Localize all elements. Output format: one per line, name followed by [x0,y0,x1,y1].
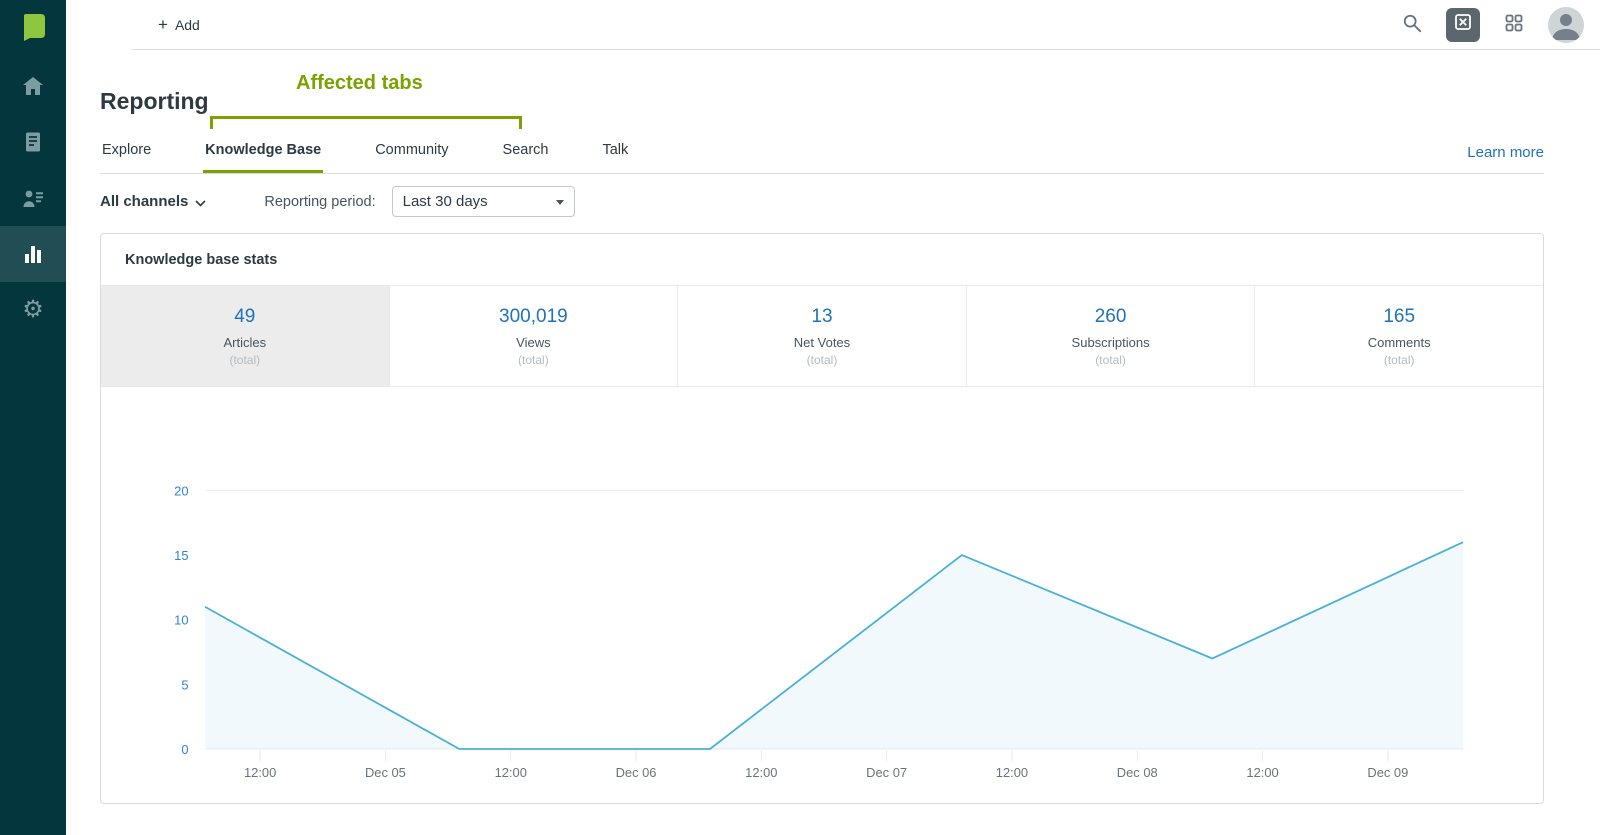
guide-book-icon [21,130,45,154]
stat-value: 49 [234,306,256,327]
stat-value: 165 [1383,306,1416,327]
plus-icon: + [158,15,168,34]
svg-text:0: 0 [181,742,188,757]
search-icon [1402,13,1422,36]
stat-label: Subscriptions [1071,335,1150,350]
stat-label: Net Votes [793,335,851,350]
stat-label: Views [516,335,551,350]
sidebar-item-customers[interactable] [0,170,66,226]
stat-value: 13 [811,306,833,327]
sidebar-item-home[interactable] [0,58,66,114]
svg-text:5: 5 [181,677,188,692]
stat-value: 300,019 [499,306,568,327]
sidebar-item-reporting[interactable] [0,226,66,282]
knowledge-base-stats-card: Knowledge base stats 49 Articles (total) 30… [100,233,1544,804]
tab-list: Explore Knowledge Base Community Search Talk [100,136,680,173]
stat-subscriptions[interactable]: 260 Subscriptions (total) [967,286,1256,386]
topbar: + Add [132,0,1600,50]
stats-row: 49 Articles (total) 300,019 Views (total) 13 Ne… [101,286,1543,387]
add-button[interactable]: + Add [152,12,206,37]
sidebar-item-settings[interactable]: ⚙ [0,282,66,338]
svg-text:20: 20 [174,483,188,498]
stat-value: 260 [1094,306,1127,327]
svg-text:Dec 09: Dec 09 [1367,765,1408,780]
stat-label: Comments [1367,335,1431,350]
reporting-period-value: Last 30 days [402,193,488,210]
grid-icon [1504,13,1524,36]
add-button-label: Add [174,16,200,33]
sidebar-nav: ⚙ [0,58,66,338]
stat-sub: (total) [1383,353,1415,367]
svg-text:Dec 07: Dec 07 [866,765,907,780]
stat-sub: (total) [1095,353,1126,367]
settings-gear-icon: ⚙ [22,296,44,323]
tab-search[interactable]: Search [501,136,551,173]
channels-label: All channels [100,193,189,210]
tab-explore[interactable]: Explore [100,136,153,173]
svg-text:12:00: 12:00 [996,765,1028,780]
tab-knowledge-base[interactable]: Knowledge Base [203,136,324,173]
svg-text:10: 10 [174,613,188,628]
zendesk-logo-icon[interactable] [16,10,50,44]
search-button[interactable] [1402,13,1422,36]
stat-sub: (total) [806,353,838,367]
svg-text:Dec 08: Dec 08 [1117,765,1158,780]
sample-app-button[interactable] [1446,7,1480,42]
page-title: Reporting [100,88,209,114]
svg-text:Dec 05: Dec 05 [365,765,406,780]
sidebar-item-guide[interactable] [0,114,66,170]
svg-text:12:00: 12:00 [1246,765,1278,780]
svg-text:12:00: 12:00 [244,765,276,780]
apps-grid-button[interactable] [1504,13,1524,36]
tab-community[interactable]: Community [373,136,450,173]
reporting-period-label: Reporting period: [264,193,376,210]
svg-text:15: 15 [174,548,188,563]
annotation-affected-tabs: Affected tabs [296,72,423,94]
stat-views[interactable]: 300,019 Views (total) [390,286,679,386]
channels-dropdown[interactable]: All channels [100,192,206,211]
card-title: Knowledge base stats [101,234,1543,286]
sidebar: ⚙ [0,0,66,835]
svg-text:12:00: 12:00 [495,765,527,780]
learn-more-link[interactable]: Learn more [1467,144,1544,173]
app-box-x-icon [1453,12,1473,37]
svg-text:12:00: 12:00 [745,765,777,780]
tab-bar: Explore Knowledge Base Community Search Talk… [100,136,1544,174]
filters-row: All channels Reporting period: Last 30 d… [100,186,1544,217]
articles-line-chart: 0 5 10 15 20 12:00 Dec 05 12:00 Dec 06 12:00 Dec 0… [101,387,1543,803]
customers-icon [21,186,45,210]
line-chart-svg: 0 5 10 15 20 12:00 Dec 05 12:00 Dec 06 12:00 Dec 0… [174,483,1464,780]
stat-comments[interactable]: 165 Comments (total) [1255,286,1543,386]
page-header: Reporting Affected tabs [100,72,1544,136]
avatar[interactable] [1548,6,1584,43]
tab-talk[interactable]: Talk [600,136,630,173]
stat-sub: (total) [518,353,549,367]
select-caret-icon [555,200,564,205]
stat-articles[interactable]: 49 Articles (total) [101,286,390,386]
chevron-down-icon [195,194,206,211]
reporting-bar-chart-icon [21,242,45,266]
annotation-bracket [210,116,522,129]
home-icon [21,74,45,98]
stat-label: Articles [223,335,267,350]
svg-text:Dec 06: Dec 06 [616,765,657,780]
reporting-period-select[interactable]: Last 30 days [391,186,575,217]
stat-net-votes[interactable]: 13 Net Votes (total) [678,286,967,386]
stat-sub: (total) [229,353,261,367]
